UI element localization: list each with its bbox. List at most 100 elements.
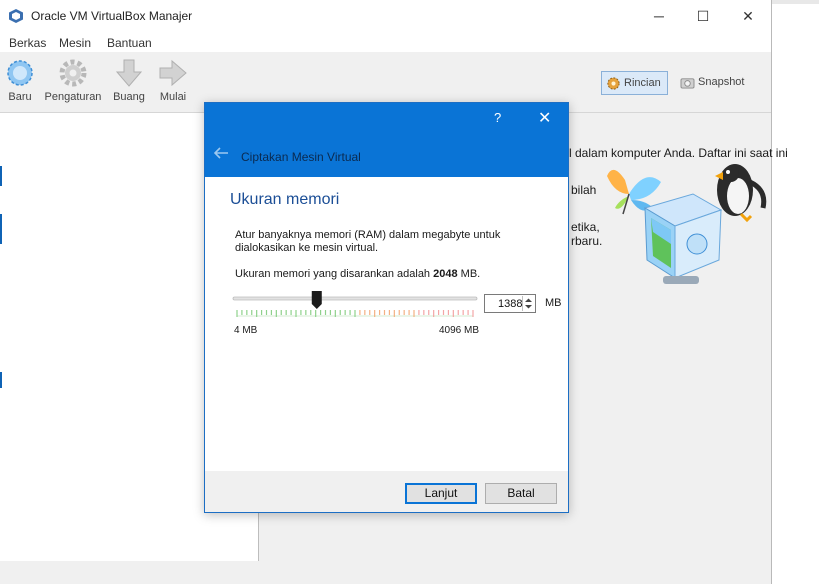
slider-tick [383,310,386,315]
details-label: Rincian [624,77,661,89]
slider-tick [457,310,459,315]
recommend-suffix: MB. [457,268,481,280]
snapshot-label: Snapshot [698,76,745,88]
gear-icon [59,59,87,87]
minimize-button[interactable]: ─ [648,6,670,26]
dialog-header: ? ✕ Ciptakan Mesin Virtual [205,103,568,177]
slider-tick [418,310,420,315]
slider-tick [447,310,450,315]
dialog-title: Ciptakan Mesin Virtual [241,150,361,164]
slider-tick [364,310,366,315]
slider-tick [339,310,341,315]
right-arrow-icon [159,59,187,87]
range-min-label: 4 MB [234,325,258,336]
slider-tick [300,310,302,315]
down-arrow-icon [115,59,143,87]
maximize-button[interactable]: ☐ [692,6,714,26]
slider-tick [344,310,346,315]
slider-tick [290,310,292,315]
toolbar-label: Pengaturan [44,91,102,103]
settings-button: Pengaturan [43,58,103,110]
slider-tick [270,310,273,315]
slider-tick [275,310,277,317]
slider-tick [442,310,445,315]
menu-bantuan[interactable]: Bantuan [107,36,152,50]
details-toggle-button[interactable]: Rincian [601,71,668,95]
slider-tick [398,310,400,315]
details-gear-icon [607,77,620,90]
spin-buttons[interactable] [522,296,534,311]
slider-tick [472,310,474,317]
slider-tick [369,310,371,315]
slider-tick [241,310,243,315]
help-button[interactable]: ? [494,110,501,125]
slider-tick [305,310,307,315]
slider-track [232,296,478,301]
recommend-prefix: Ukuran memori yang disarankan adalah [235,268,434,280]
slider-tick [310,310,312,315]
slider-tick [388,310,391,315]
slider-tick [467,310,469,315]
left-edge-marker [0,372,2,388]
penguin-icon [715,164,767,223]
menu-bar: Berkas Mesin Bantuan [0,32,771,52]
slider-tick [295,310,297,317]
slider-tick [374,310,376,317]
slider-tick [393,310,395,317]
slider-tick [462,310,464,315]
slider-tick [354,310,356,317]
slider-tick [260,310,263,315]
slider-tick [403,310,405,315]
close-window-button[interactable]: ✕ [737,6,759,26]
slider-thumb[interactable] [311,291,322,309]
virtualbox-app-icon [9,9,23,23]
slider-ticks [236,310,474,317]
slider-tick [428,310,430,315]
close-dialog-button[interactable]: ✕ [538,108,551,128]
slider-tick [265,310,268,315]
title-bar: Oracle VM VirtualBox Manajer ─ ☐ ✕ [0,0,771,32]
slider-tick [315,310,317,317]
slider-tick [408,310,410,315]
new-sparkle-icon [7,60,33,86]
welcome-line: bilah [571,183,597,197]
recommended-memory-text: Ukuran memori yang disarankan adalah 204… [235,268,480,280]
slider-tick [349,310,351,315]
menu-mesin[interactable]: Mesin [59,36,91,50]
slider-tick [437,310,440,315]
cancel-button[interactable]: Batal [485,483,557,504]
menu-berkas[interactable]: Berkas [9,36,46,50]
section-heading: Ukuran memori [230,191,340,208]
slider-tick [423,310,425,315]
range-max-label: 4096 MB [439,325,480,336]
slider-tick [256,310,258,317]
slider-tick [452,310,454,317]
memory-size-input[interactable]: 1388 [484,294,536,313]
left-edge-marker [0,166,2,186]
slider-tick [334,310,336,317]
virtualbox-cube-icon [643,193,723,284]
left-edge-marker [0,214,2,244]
window-title: Oracle VM VirtualBox Manajer [31,9,193,23]
memory-description: Atur banyaknya memori (RAM) dalam megaby… [235,229,501,254]
status-bar [0,561,771,584]
slider-tick [329,310,332,315]
virtualbox-welcome-illustration [607,164,767,284]
start-button: Mulai [143,58,203,110]
dialog-body: Ukuran memori Atur banyaknya memori (RAM… [205,177,568,471]
slider-tick [285,310,287,315]
slider-tick [251,310,253,315]
create-vm-dialog: ? ✕ Ciptakan Mesin Virtual Ukuran memori… [204,102,569,513]
slider-tick [433,310,435,317]
back-arrow-icon[interactable] [213,147,229,159]
toolbar-label: Mulai [159,91,187,103]
memory-slider[interactable] [231,289,479,323]
next-button[interactable]: Lanjut [405,483,477,504]
welcome-line: rbaru. [571,234,603,248]
slider-tick [236,310,238,317]
camera-icon [680,77,695,89]
recommend-value: 2048 [433,268,458,280]
slider-tick [324,310,327,315]
spin-up-down-icon [525,298,532,309]
snapshot-toggle-button[interactable]: Snapshot [680,71,744,93]
